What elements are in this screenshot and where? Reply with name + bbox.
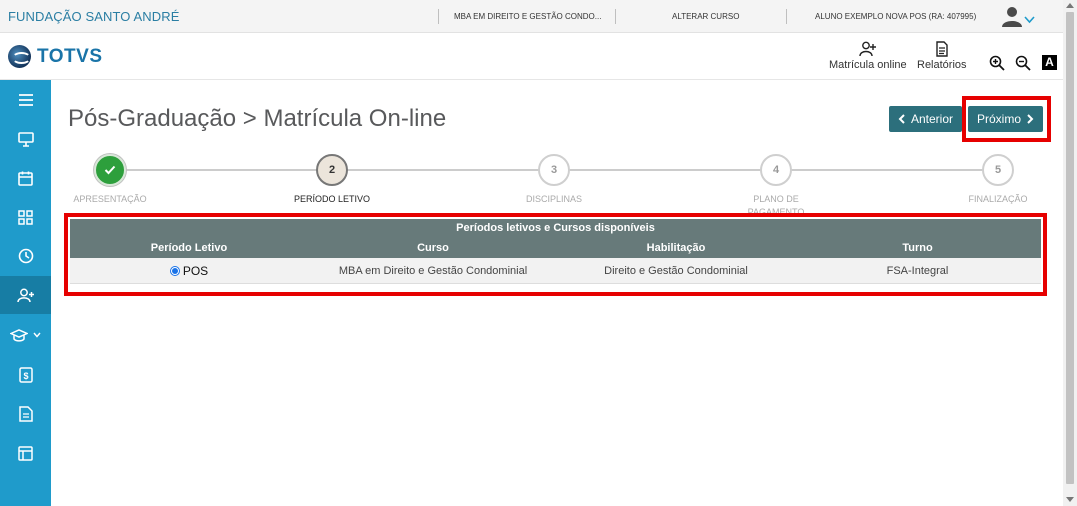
relatorios-label: Relatórios: [917, 59, 967, 71]
sidebar-item-enrollment[interactable]: [0, 276, 51, 314]
zoom-in-icon[interactable]: [989, 55, 1005, 76]
wizard-step-label: DISCIPLINAS: [525, 194, 583, 204]
user-avatar-icon[interactable]: [1001, 5, 1023, 32]
sidebar-item-calendar[interactable]: [0, 159, 51, 197]
wizard-step-1[interactable]: [94, 154, 126, 186]
menu-icon: [18, 94, 33, 106]
previous-label: Anterior: [910, 112, 954, 126]
sidebar-item-clock[interactable]: [0, 237, 51, 275]
sidebar-item-menu[interactable]: [0, 81, 51, 119]
check-icon: [104, 165, 116, 175]
sidebar-item-documents[interactable]: [0, 395, 51, 433]
brand-bar: TOTVS Matrícula online Relatórios A: [0, 33, 1063, 80]
scroll-down-arrow[interactable]: [1066, 497, 1074, 502]
wizard-step-4[interactable]: 4: [760, 154, 792, 186]
wizard-step-3[interactable]: 3: [538, 154, 570, 186]
change-course-link[interactable]: ALTERAR CURSO: [672, 12, 739, 21]
graduation-cap-icon: [10, 328, 28, 342]
sidebar-item-finance[interactable]: $: [0, 356, 51, 394]
next-button-highlight: [962, 96, 1051, 142]
user-add-icon: [859, 41, 876, 57]
calendar-icon: [18, 171, 33, 186]
top-bar: FUNDAÇÃO SANTO ANDRÉ MBA EM DIREITO E GE…: [0, 0, 1063, 33]
wizard-step-5[interactable]: 5: [982, 154, 1014, 186]
svg-text:$: $: [23, 371, 28, 381]
wizard-step-label: PERÍODO LETIVO: [293, 194, 371, 204]
zoom-out-icon[interactable]: [1015, 55, 1031, 76]
wizard-step-2[interactable]: 2: [316, 154, 348, 186]
chevron-left-icon: [898, 114, 905, 124]
divider: [786, 9, 787, 24]
wizard-step-label: FINALIZAÇÃO: [968, 194, 1028, 204]
student-name[interactable]: ALUNO EXEMPLO NOVA POS (RA: 407995): [815, 12, 976, 21]
document-icon: [936, 41, 948, 57]
current-course-link[interactable]: MBA EM DIREITO E GESTÃO CONDO...: [454, 12, 601, 21]
organization-name: FUNDAÇÃO SANTO ANDRÉ: [8, 9, 180, 24]
user-add-icon: [16, 288, 34, 302]
relatorios-button[interactable]: Relatórios: [917, 41, 967, 71]
layout-icon: [18, 445, 33, 461]
scroll-up-arrow[interactable]: [1066, 3, 1074, 8]
globe-icon: [8, 45, 31, 68]
logo-text: TOTVS: [37, 45, 103, 67]
wizard-step-label: APRESENTAÇÃO: [73, 194, 147, 204]
scroll-thumb[interactable]: [1066, 12, 1074, 484]
sidebar-item-layout[interactable]: [0, 434, 51, 472]
totvs-logo[interactable]: TOTVS: [8, 45, 103, 68]
previous-button[interactable]: Anterior: [889, 106, 962, 132]
sidebar-item-grid[interactable]: [0, 198, 51, 236]
matricula-online-button[interactable]: Matrícula online: [829, 41, 907, 71]
clock-icon: [18, 248, 33, 264]
page-scrollbar[interactable]: [1063, 0, 1077, 506]
wizard-step-label: PLANO DE PAGAMENTO: [747, 194, 805, 213]
font-contrast-button[interactable]: A: [1042, 55, 1057, 70]
divider: [615, 9, 616, 24]
sidebar: $: [0, 80, 51, 506]
dollar-document-icon: $: [18, 367, 33, 383]
file-icon: [18, 406, 33, 422]
table-highlight: [64, 213, 1047, 296]
page-title: Pós-Graduação > Matrícula On-line: [68, 105, 447, 132]
chevron-down-icon: [33, 332, 41, 338]
grid-icon: [18, 209, 33, 225]
sidebar-item-monitor[interactable]: [0, 120, 51, 158]
divider: [438, 9, 439, 24]
sidebar-item-academic[interactable]: [0, 316, 51, 354]
monitor-icon: [17, 131, 34, 147]
matricula-online-label: Matrícula online: [829, 59, 907, 71]
chevron-down-icon[interactable]: [1024, 11, 1035, 29]
